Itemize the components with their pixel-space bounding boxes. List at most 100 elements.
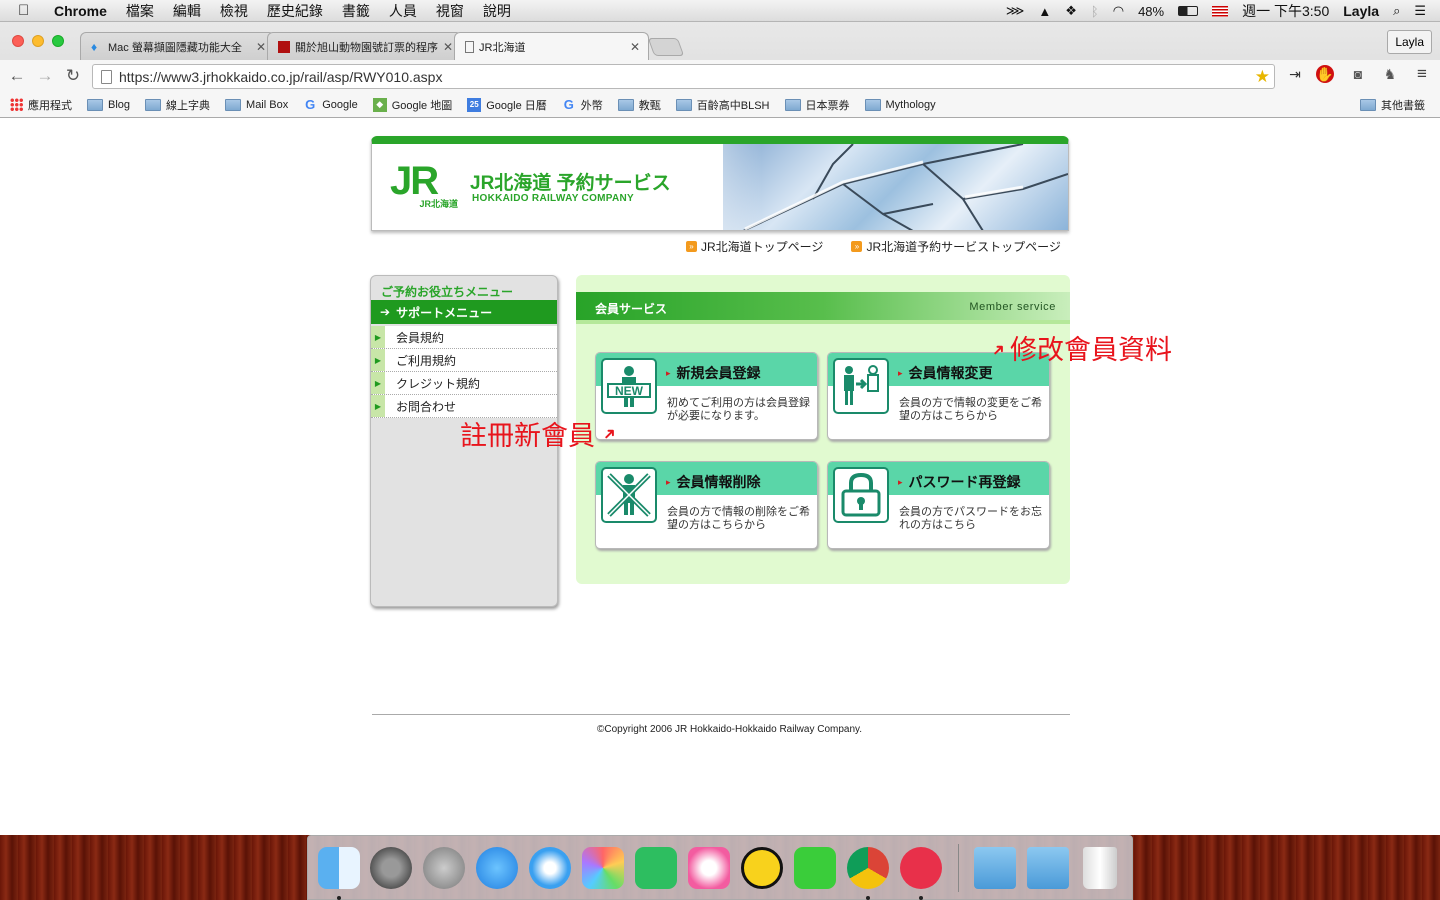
extension-arrow-icon[interactable]: ⇥ <box>1285 64 1305 84</box>
us-flag-icon[interactable] <box>1212 5 1229 17</box>
page-info-icon[interactable] <box>101 70 112 84</box>
sidebar-item-label[interactable]: 会員規約 <box>396 329 444 346</box>
user-name[interactable]: Layla <box>1343 3 1379 19</box>
bookmark-teacher-exam[interactable]: 教甄 <box>617 97 661 113</box>
bookmark-google-calendar[interactable]: 25 Google 日曆 <box>467 97 547 113</box>
battery-percent[interactable]: 48% <box>1138 4 1164 19</box>
chrome-icon[interactable] <box>847 847 889 889</box>
triangle-right-icon: ▶ <box>371 349 385 371</box>
tab-jr-hokkaido[interactable]: JR北海道 ✕ <box>454 32 649 60</box>
profile-button[interactable]: Layla <box>1387 30 1432 54</box>
skitch-icon[interactable] <box>900 847 942 889</box>
bookmark-dictionary[interactable]: 線上字典 <box>145 97 210 113</box>
app-store-icon[interactable] <box>476 847 518 889</box>
close-window-icon[interactable] <box>12 35 24 47</box>
photos-icon[interactable] <box>582 847 624 889</box>
delete-info-icon <box>601 467 657 523</box>
tab-mac-screenshot[interactable]: ♦ Mac 螢幕擷圖隱藏功能大全 ✕ <box>80 32 275 60</box>
link-label[interactable]: JR北海道予約サービストップページ <box>866 238 1060 255</box>
wifi-icon[interactable]: ◠ <box>1113 3 1124 19</box>
trash-icon[interactable] <box>1083 847 1117 889</box>
applications-folder-icon[interactable] <box>974 847 1016 889</box>
link-reservation-top[interactable]: » JR北海道予約サービストップページ <box>851 238 1061 255</box>
sidebar-item-membership-terms[interactable]: ▶ 会員規約 <box>371 326 557 349</box>
bookmark-label: 其他書籤 <box>1381 99 1425 112</box>
pocket-icon[interactable]: ◙ <box>1348 64 1368 84</box>
battery-icon[interactable] <box>1178 6 1199 16</box>
folder-icon <box>675 98 692 111</box>
itunes-icon[interactable] <box>688 847 730 889</box>
bookmark-mythology[interactable]: Mythology <box>864 98 936 111</box>
back-icon[interactable]: ← <box>6 66 28 86</box>
menu-edit[interactable]: 編輯 <box>173 1 201 21</box>
minimize-window-icon[interactable] <box>32 35 44 47</box>
menu-view[interactable]: 檢視 <box>220 1 248 21</box>
tab-asahiyama[interactable]: 關於旭山動物園號訂票的程序 ✕ <box>267 32 462 60</box>
dropbox-icon[interactable]: ❖ <box>1065 3 1077 19</box>
chrome-menu-icon[interactable]: ≡ <box>1412 64 1432 84</box>
sidebar-item-credit-terms[interactable]: ▶ クレジット規約 <box>371 372 557 395</box>
card-new-registration[interactable]: NEW 新規会員登録 初めてご利用の方は会員登録が必要になります。 <box>595 352 818 440</box>
notification-center-icon[interactable]: ☰ <box>1414 3 1426 19</box>
link-jr-top[interactable]: » JR北海道トップページ <box>686 238 823 255</box>
google-drive-icon[interactable]: ▲ <box>1038 4 1051 19</box>
bookmark-currency[interactable]: G 外幣 <box>562 97 603 113</box>
line-icon[interactable] <box>794 847 836 889</box>
new-tab-button[interactable] <box>647 38 685 56</box>
evernote-icon[interactable] <box>635 847 677 889</box>
card-delete-info[interactable]: 会員情報削除 会員の方で情報の削除をご希望の方はこちらから <box>595 461 818 549</box>
bookmark-apps[interactable]: 應用程式 <box>10 97 72 113</box>
downloads-folder-icon[interactable] <box>1027 847 1069 889</box>
bookmark-other[interactable]: 其他書籤 <box>1360 97 1425 113</box>
launchpad-icon[interactable] <box>423 847 465 889</box>
zoom-window-icon[interactable] <box>52 35 64 47</box>
card-title: 会員情報変更 <box>898 363 993 383</box>
menu-window[interactable]: 視窗 <box>436 1 464 21</box>
blue-drop-icon: ♦ <box>91 39 98 54</box>
address-bar[interactable]: https://www3.jrhokkaido.co.jp/rail/asp/R… <box>92 64 1275 89</box>
apple-menu-icon[interactable]:  <box>18 2 36 19</box>
clock[interactable]: 週一 下午3:50 <box>1242 1 1329 21</box>
menu-bookmarks[interactable]: 書籤 <box>342 1 370 21</box>
toolbar: ← → ↻ https://www3.jrhokkaido.co.jp/rail… <box>0 60 1440 92</box>
forward-arrows-icon[interactable]: ⋙ <box>1006 3 1025 19</box>
close-tab-icon[interactable]: ✕ <box>630 40 640 54</box>
menu-people[interactable]: 人員 <box>389 1 417 21</box>
link-label[interactable]: JR北海道トップページ <box>701 238 823 255</box>
menu-history[interactable]: 歷史紀錄 <box>267 1 323 21</box>
bookmark-google[interactable]: G Google <box>303 97 358 112</box>
system-preferences-icon[interactable] <box>370 847 412 889</box>
forward-icon[interactable]: → <box>34 66 56 86</box>
adblock-icon[interactable]: ✋ <box>1316 65 1334 83</box>
bluetooth-icon[interactable]: ᛒ <box>1091 4 1099 19</box>
bookmark-japan-tickets[interactable]: 日本票券 <box>784 97 850 113</box>
password-lock-icon <box>833 467 889 523</box>
url-text[interactable]: https://www3.jrhokkaido.co.jp/rail/asp/R… <box>119 69 442 85</box>
bookmark-star-icon[interactable]: ★ <box>1255 67 1270 87</box>
tab-title: Mac 螢幕擷圖隱藏功能大全 <box>108 41 242 54</box>
evernote-clip-icon[interactable]: ♞ <box>1380 64 1400 84</box>
reload-icon[interactable]: ↻ <box>62 66 84 86</box>
menu-help[interactable]: 說明 <box>483 1 511 21</box>
safari-icon[interactable] <box>529 847 571 889</box>
card-password-reset[interactable]: パスワード再登録 会員の方でパスワードをお忘れの方はこちら <box>827 461 1050 549</box>
sidebar-item-label[interactable]: お問合わせ <box>396 398 456 415</box>
card-description: 会員の方でパスワードをお忘れの方はこちら <box>899 506 1042 531</box>
sidebar-item-usage-terms[interactable]: ▶ ご利用規約 <box>371 349 557 372</box>
close-tab-icon[interactable]: ✕ <box>443 40 453 54</box>
sidebar-item-label[interactable]: クレジット規約 <box>396 375 480 392</box>
finder-icon[interactable] <box>318 847 360 889</box>
bookmark-google-maps[interactable]: ◆ Google 地圖 <box>372 97 452 113</box>
calendar-icon: 25 <box>467 97 482 112</box>
spotlight-icon[interactable]: ⌕ <box>1393 3 1400 19</box>
bookmark-blsh[interactable]: 百齡高中BLSH <box>675 97 770 113</box>
folder-icon <box>145 98 162 111</box>
bookmark-mailbox[interactable]: Mail Box <box>225 98 288 111</box>
bookmark-blog[interactable]: Blog <box>87 98 130 111</box>
close-tab-icon[interactable]: ✕ <box>256 40 266 54</box>
money-icon[interactable] <box>741 847 783 889</box>
menu-file[interactable]: 檔案 <box>126 1 154 21</box>
menu-app-name[interactable]: Chrome <box>54 3 107 19</box>
jr-logo[interactable]: JR JR北海道 <box>390 161 458 211</box>
sidebar-item-label[interactable]: ご利用規約 <box>396 352 456 369</box>
